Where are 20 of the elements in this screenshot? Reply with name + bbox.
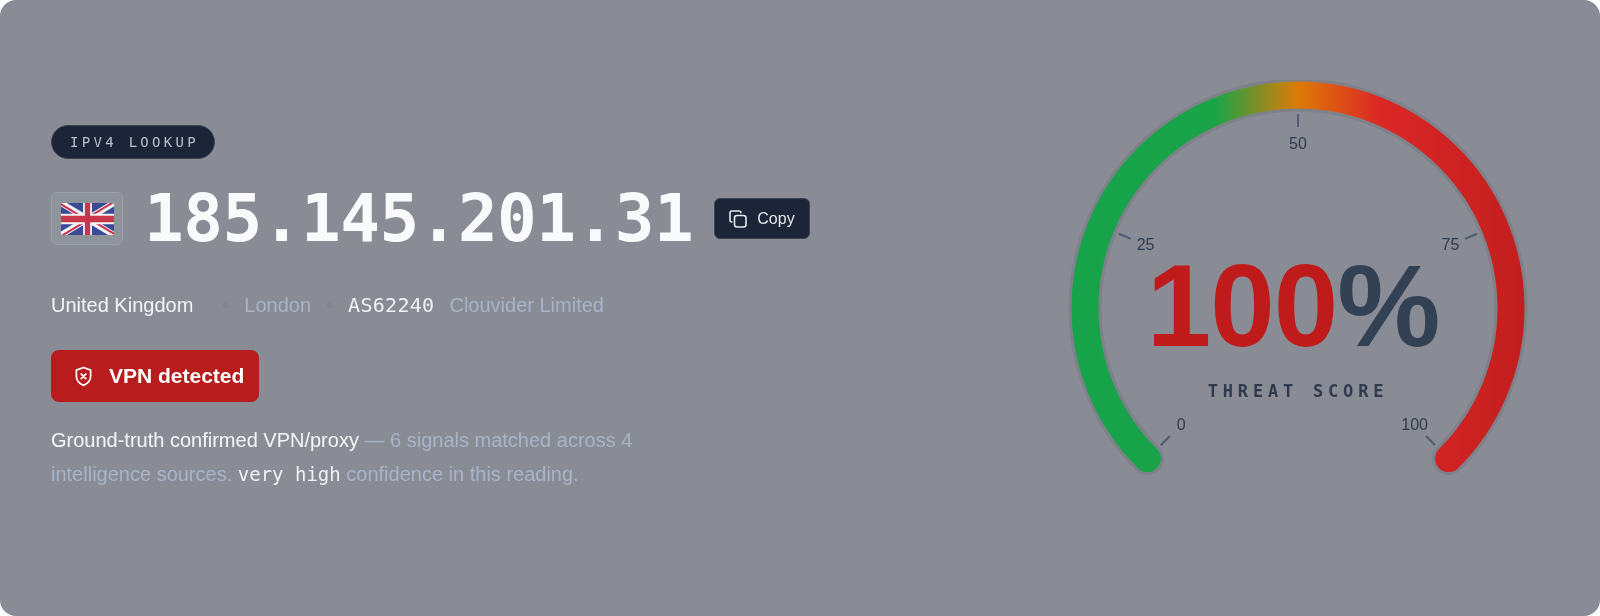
gauge-tick (1425, 435, 1437, 447)
threat-score-label: THREAT SCORE (1207, 381, 1389, 401)
copy-icon (729, 209, 748, 228)
asn-number: AS62240 (348, 293, 435, 317)
gauge-tick (1464, 232, 1479, 240)
copy-button[interactable]: Copy (714, 198, 810, 239)
gauge-tick-label: 0 (1176, 416, 1186, 434)
country-name: United Kingdom (51, 293, 194, 317)
shield-x-icon (74, 365, 93, 387)
verdict-label: VPN detected (109, 364, 245, 388)
gauge-tick (1297, 113, 1299, 128)
gauge-tick-label: 100 (1401, 416, 1428, 434)
gauge-tick-label: 75 (1441, 236, 1460, 254)
gauge-tick-label: 50 (1289, 134, 1307, 152)
ip-address: 185.145.201.31 (144, 192, 694, 245)
lookup-badge: IPV4 LOOKUP (51, 125, 216, 159)
gauge-tick (1117, 232, 1132, 240)
flag-icon (51, 192, 123, 245)
gauge-tick-label: 25 (1136, 236, 1155, 254)
gauge-tick (1159, 435, 1171, 447)
